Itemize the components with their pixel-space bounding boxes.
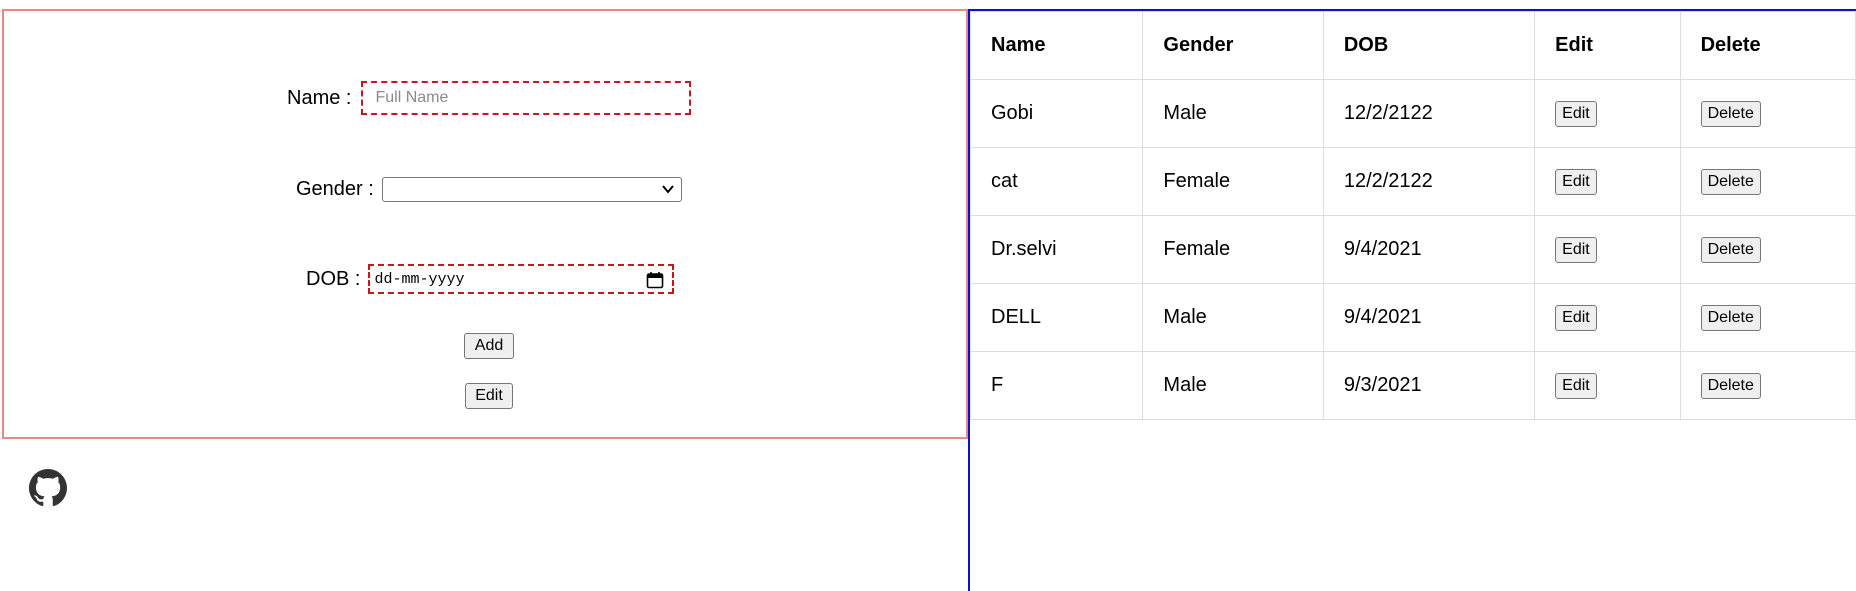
gender-field-row: Gender :: [296, 177, 682, 202]
table-row: Dr.selvi Female 9/4/2021 Edit Delete: [969, 215, 1856, 284]
chevron-down-icon: [662, 185, 674, 194]
cell-delete: Delete: [1679, 79, 1856, 148]
records-table: Name Gender DOB Edit Delete Gobi Male 12…: [969, 11, 1856, 420]
cell-gender: Male: [1142, 351, 1324, 420]
cell-edit: Edit: [1534, 283, 1681, 352]
row-edit-button[interactable]: Edit: [1555, 304, 1597, 331]
table-row: cat Female 12/2/2122 Edit Delete: [969, 147, 1856, 216]
cell-name: Dr.selvi: [969, 215, 1144, 284]
github-icon[interactable]: [29, 469, 67, 507]
header-name: Name: [969, 11, 1144, 80]
cell-name: F: [969, 351, 1144, 420]
cell-delete: Delete: [1679, 147, 1856, 216]
user-form-panel: Name : Gender : DOB : dd-mm-yyyy: [2, 9, 968, 439]
cell-gender: Male: [1142, 283, 1324, 352]
row-delete-button[interactable]: Delete: [1700, 100, 1761, 127]
header-dob: DOB: [1322, 11, 1536, 80]
cell-dob: 9/3/2021: [1322, 351, 1536, 420]
cell-name: Gobi: [969, 79, 1144, 148]
row-delete-button[interactable]: Delete: [1700, 304, 1761, 331]
name-label: Name :: [287, 86, 352, 109]
row-edit-button[interactable]: Edit: [1555, 372, 1597, 399]
cell-gender: Male: [1142, 79, 1324, 148]
row-edit-button[interactable]: Edit: [1555, 236, 1597, 263]
cell-gender: Female: [1142, 147, 1324, 216]
dob-label: DOB :: [306, 267, 361, 290]
cell-delete: Delete: [1679, 351, 1856, 420]
cell-edit: Edit: [1534, 351, 1681, 420]
table-row: Gobi Male 12/2/2122 Edit Delete: [969, 79, 1856, 148]
table-row: DELL Male 9/4/2021 Edit Delete: [969, 283, 1856, 352]
cell-dob: 12/2/2122: [1322, 79, 1536, 148]
header-delete: Delete: [1679, 11, 1856, 80]
dob-placeholder: dd-mm-yyyy: [374, 270, 465, 288]
cell-dob: 9/4/2021: [1322, 283, 1536, 352]
name-input[interactable]: [361, 81, 692, 115]
name-field-row: Name :: [287, 81, 692, 115]
cell-delete: Delete: [1679, 215, 1856, 284]
cell-edit: Edit: [1534, 79, 1681, 148]
row-delete-button[interactable]: Delete: [1700, 372, 1761, 399]
row-edit-button[interactable]: Edit: [1555, 100, 1597, 127]
dob-input[interactable]: dd-mm-yyyy: [368, 264, 675, 294]
cell-edit: Edit: [1534, 147, 1681, 216]
add-button[interactable]: Add: [464, 333, 514, 359]
cell-delete: Delete: [1679, 283, 1856, 352]
row-delete-button[interactable]: Delete: [1700, 168, 1761, 195]
table-header-row: Name Gender DOB Edit Delete: [969, 11, 1856, 80]
cell-name: cat: [969, 147, 1144, 216]
cell-dob: 12/2/2122: [1322, 147, 1536, 216]
cell-name: DELL: [969, 283, 1144, 352]
dob-field-row: DOB : dd-mm-yyyy: [306, 264, 675, 294]
calendar-icon[interactable]: [646, 271, 664, 289]
page: Name : Gender : DOB : dd-mm-yyyy: [0, 0, 1856, 591]
row-edit-button[interactable]: Edit: [1555, 168, 1597, 195]
cell-edit: Edit: [1534, 215, 1681, 284]
header-edit: Edit: [1534, 11, 1681, 80]
gender-label: Gender :: [296, 178, 374, 200]
cell-dob: 9/4/2021: [1322, 215, 1536, 284]
table-row: F Male 9/3/2021 Edit Delete: [969, 351, 1856, 420]
cell-gender: Female: [1142, 215, 1324, 284]
row-delete-button[interactable]: Delete: [1700, 236, 1761, 263]
form-edit-button[interactable]: Edit: [465, 383, 513, 409]
gender-select[interactable]: [381, 177, 682, 202]
records-table-panel: Name Gender DOB Edit Delete Gobi Male 12…: [968, 9, 1856, 591]
header-gender: Gender: [1142, 11, 1324, 80]
